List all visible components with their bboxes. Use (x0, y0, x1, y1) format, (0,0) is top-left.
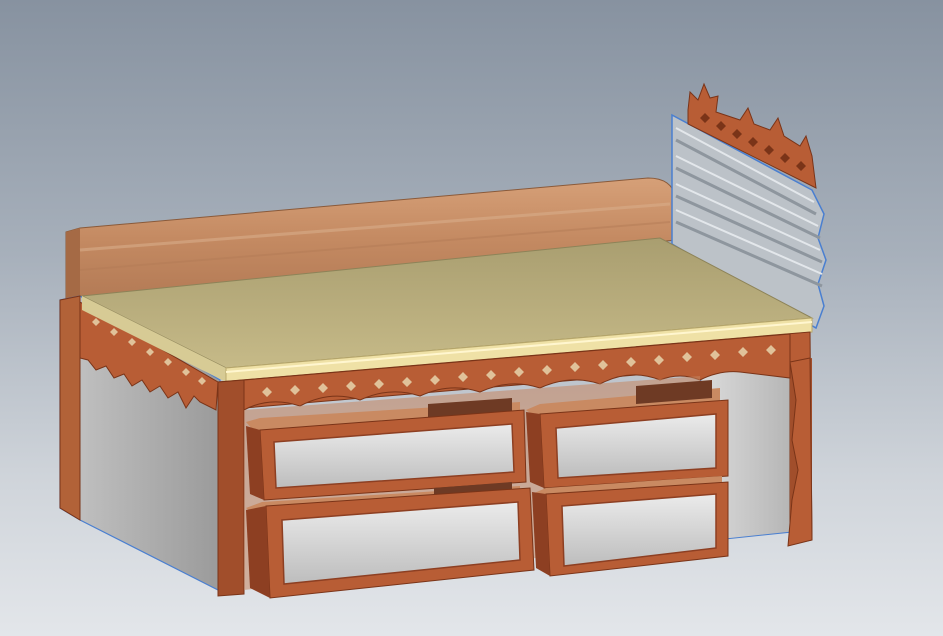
cad-viewport[interactable] (0, 0, 943, 636)
drawer-bottom-right[interactable] (532, 476, 729, 577)
bed-model-3d[interactable] (0, 0, 943, 636)
